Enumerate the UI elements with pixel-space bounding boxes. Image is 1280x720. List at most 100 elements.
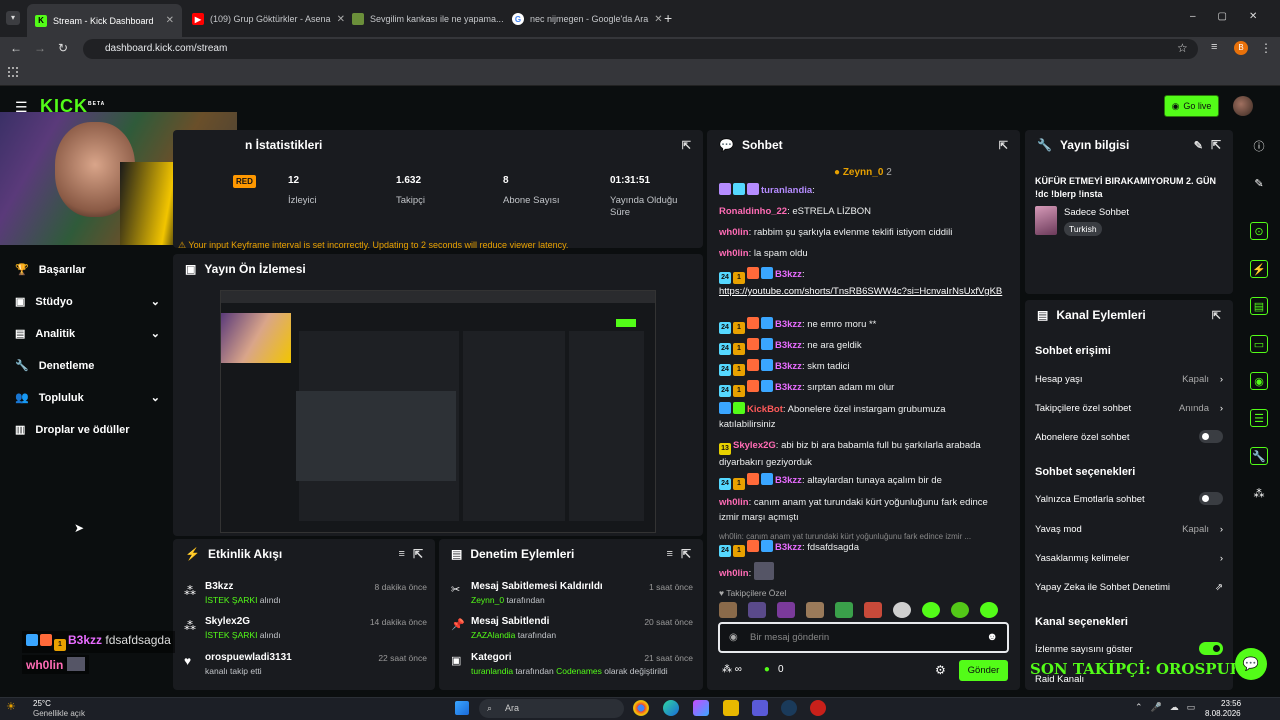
close-icon[interactable]: ✕: [648, 14, 662, 25]
edit-icon[interactable]: ✎: [1194, 139, 1203, 152]
close-icon[interactable]: ✕: [160, 15, 174, 26]
gear-icon[interactable]: ⚙: [935, 663, 946, 677]
sidebar-item-studio[interactable]: ▣ Stüdyo ⌄: [15, 295, 160, 309]
weather-desc: Genellikle açık: [33, 709, 86, 718]
popout-icon[interactable]: ⇱: [681, 547, 691, 561]
followers-chat-row[interactable]: Takipçilere özel sohbet Anında ›: [1035, 403, 1223, 414]
emote-icon[interactable]: [922, 602, 940, 618]
teams-icon[interactable]: [752, 700, 768, 716]
activity-icon-2: ⁂: [184, 619, 196, 633]
activity-header: ⚡ Etkinlik Akışı ≡ ⇱: [173, 539, 435, 569]
emote-icon[interactable]: [748, 602, 766, 618]
weather-icon[interactable]: ☀: [6, 700, 16, 713]
go-live-button[interactable]: ◉ Go live: [1164, 95, 1219, 117]
profile-avatar[interactable]: B: [1234, 41, 1248, 55]
bolt-icon[interactable]: ⚡: [1250, 260, 1268, 278]
banned-words-row[interactable]: Yasaklanmış kelimeler ›: [1035, 553, 1223, 564]
emotes-only-toggle[interactable]: [1199, 492, 1223, 505]
back-icon[interactable]: ←: [10, 41, 22, 55]
url-field[interactable]: dashboard.kick.com/stream: [83, 39, 1198, 59]
filter-icon[interactable]: ≡: [667, 548, 673, 560]
viewer-count-toggle[interactable]: [1199, 642, 1223, 655]
sidebar-item-moderation[interactable]: 🔧 Denetleme: [15, 359, 160, 373]
apps-grid-icon[interactable]: [8, 67, 18, 77]
popout-icon[interactable]: ⇱: [413, 547, 423, 561]
tab-menu-icon[interactable]: ▾: [6, 11, 20, 25]
badge-icon: 1: [733, 272, 745, 284]
preview-header: ▣ Yayın Ön İzlemesi: [173, 254, 703, 284]
chat-icon[interactable]: ▭: [1250, 335, 1268, 353]
chat-fab[interactable]: 💬: [1235, 648, 1267, 680]
info-icon[interactable]: ⓘ: [1250, 137, 1268, 155]
emote-icon[interactable]: [893, 602, 911, 618]
close-icon[interactable]: ✕: [331, 14, 344, 25]
send-button[interactable]: Gönder: [959, 660, 1008, 681]
popout-icon[interactable]: ⇱: [682, 139, 691, 152]
emoji-icon[interactable]: ☻: [986, 631, 998, 643]
target-icon[interactable]: ⊙: [1250, 222, 1268, 240]
forward-icon[interactable]: →: [34, 41, 46, 55]
emote-icon[interactable]: [806, 602, 824, 618]
tab-youtube[interactable]: ▶ (109) Grup Göktürkler - Asena ✕: [184, 6, 344, 32]
reload-icon[interactable]: ↻: [58, 41, 68, 55]
chat-message: wh0lin:: [719, 562, 1004, 581]
slow-mode-row[interactable]: Yavaş mod Kapalı ›: [1035, 524, 1223, 535]
emote-icon[interactable]: [777, 602, 795, 618]
tab-kick-dashboard[interactable]: K Stream - Kick Dashboard ✕: [27, 4, 182, 37]
pinned-user[interactable]: ● Zeynn_0 2: [834, 167, 892, 178]
emote-icon[interactable]: [951, 602, 969, 618]
sidebar-item-achievements[interactable]: 🏆 Başarılar: [15, 263, 160, 277]
broadcast-icon[interactable]: ◉: [1250, 372, 1268, 390]
chat-message: turanlandia:: [719, 183, 1004, 198]
chat-input[interactable]: ◉ Bir mesaj gönderin ☻: [718, 622, 1009, 653]
channel-icon: ▤: [1037, 308, 1049, 322]
steam-icon[interactable]: [781, 700, 797, 716]
emote-icon[interactable]: [864, 602, 882, 618]
popout-icon[interactable]: ⇱: [1211, 138, 1221, 152]
ai-moderation-row[interactable]: Yapay Zeka ile Sohbet Denetimi ⇗: [1035, 582, 1223, 593]
popout-icon[interactable]: ⇱: [1212, 309, 1221, 322]
sidebar-item-community[interactable]: 👥 Topluluk ⌄: [15, 391, 160, 405]
preview-chat: [463, 331, 565, 521]
sidebar-item-analytics[interactable]: ▤ Analitik ⌄: [15, 327, 160, 341]
badge-icon: 1: [733, 364, 745, 376]
media-icon[interactable]: ≡: [1211, 41, 1217, 53]
copilot-icon[interactable]: [693, 700, 709, 716]
list-icon[interactable]: ☰: [1250, 409, 1268, 427]
followers-only-label: ♥ Takipçilere Özel: [719, 588, 787, 598]
account-age-row[interactable]: Hesap yaşı Kapalı ›: [1035, 374, 1223, 385]
app-icon[interactable]: [810, 700, 826, 716]
language-tag: Turkish: [1064, 222, 1102, 236]
stream-preview-video[interactable]: [220, 290, 656, 533]
bookmark-star-icon[interactable]: ☆: [1177, 41, 1188, 55]
emote-icon[interactable]: [980, 602, 998, 618]
wrench-icon[interactable]: 🔧: [1250, 447, 1268, 465]
badge-icon: [26, 634, 38, 646]
edge-icon[interactable]: [663, 700, 679, 716]
sidebar-item-drops[interactable]: ▥ Droplar ve ödüller: [15, 423, 160, 437]
emote-icon[interactable]: [835, 602, 853, 618]
tab-google[interactable]: G nec nijmegen - Google'da Ara ✕: [504, 6, 662, 32]
start-icon[interactable]: [455, 701, 469, 715]
tab-article[interactable]: Sevgilim kankası ile ne yapama... ✕: [344, 6, 504, 32]
taskbar-search[interactable]: ⌕ Ara: [479, 699, 624, 718]
badge-icon: [761, 540, 773, 552]
subs-chat-toggle[interactable]: [1199, 430, 1223, 443]
popout-icon[interactable]: ⇱: [999, 139, 1008, 152]
new-tab-button[interactable]: +: [664, 10, 672, 26]
stream-info-title: Yayın bilgisi: [1059, 138, 1130, 152]
emote-icon[interactable]: [719, 602, 737, 618]
chrome-icon[interactable]: [633, 700, 649, 716]
filter-icon[interactable]: ≡: [399, 548, 405, 560]
mouse-cursor: ➤: [74, 521, 85, 535]
wrench-icon: 🔧: [1037, 138, 1052, 152]
document-icon[interactable]: ▤: [1250, 297, 1268, 315]
chevron-right-icon: ›: [1219, 403, 1223, 414]
user-avatar[interactable]: [1233, 96, 1253, 116]
kebab-menu-icon[interactable]: ⋮: [1260, 41, 1272, 55]
folder-icon[interactable]: [723, 700, 739, 716]
grid-icon[interactable]: ⁂: [1250, 484, 1268, 502]
chat-link[interactable]: https://youtube.com/shorts/TnsRB6SWW4c?s…: [719, 286, 1002, 297]
infinity-icon[interactable]: ⁂ ∞: [722, 664, 742, 675]
pencil-icon[interactable]: ✎: [1250, 174, 1268, 192]
